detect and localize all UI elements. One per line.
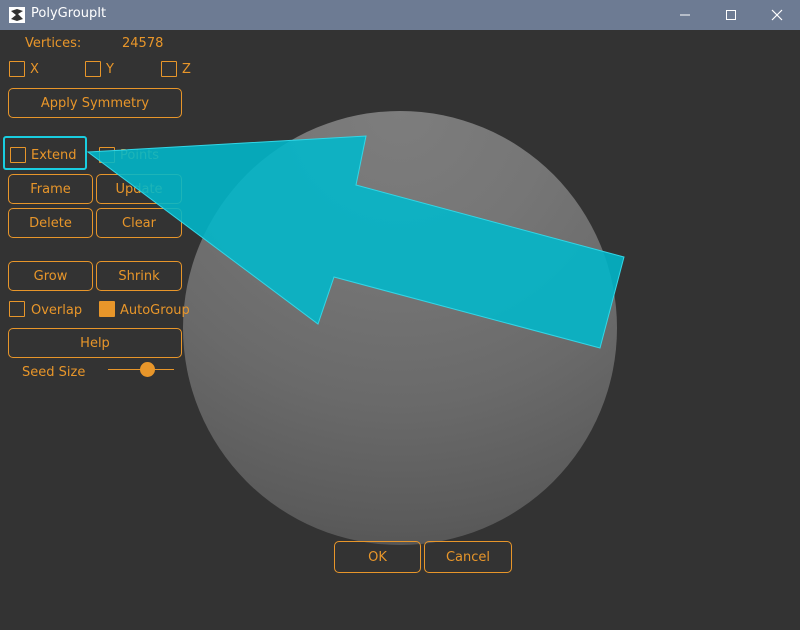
- maximize-button[interactable]: [708, 0, 754, 30]
- z-label: Z: [182, 62, 191, 77]
- extend-label: Extend: [31, 148, 77, 163]
- title-bar: PolyGroupIt: [0, 0, 800, 30]
- seed-size-slider-handle[interactable]: [140, 362, 156, 377]
- main-panel: Vertices: 24578 X Y Z Apply Symmetry Ext…: [0, 30, 800, 630]
- autogroup-checkbox[interactable]: [99, 301, 115, 317]
- grow-button[interactable]: Grow: [8, 261, 93, 291]
- points-checkbox[interactable]: [99, 147, 115, 163]
- ok-button[interactable]: OK: [334, 541, 421, 573]
- app-logo-icon: [9, 7, 25, 23]
- y-checkbox[interactable]: [85, 61, 101, 77]
- points-label: Points: [120, 148, 160, 163]
- x-label: X: [30, 62, 39, 77]
- sphere-preview[interactable]: [183, 111, 617, 545]
- overlap-checkbox[interactable]: [9, 301, 25, 317]
- clear-button[interactable]: Clear: [96, 208, 182, 238]
- seed-size-label: Seed Size: [22, 365, 86, 380]
- minimize-button[interactable]: [662, 0, 708, 30]
- vertices-count: 24578: [122, 36, 164, 51]
- x-checkbox[interactable]: [9, 61, 25, 77]
- help-button[interactable]: Help: [8, 328, 182, 358]
- window-title: PolyGroupIt: [31, 6, 107, 21]
- update-button[interactable]: Update: [96, 174, 182, 204]
- autogroup-label: AutoGroup: [120, 303, 190, 318]
- apply-symmetry-button[interactable]: Apply Symmetry: [8, 88, 182, 118]
- y-label: Y: [106, 62, 114, 77]
- minimize-icon: [680, 14, 690, 16]
- extend-checkbox[interactable]: [10, 147, 26, 163]
- z-checkbox[interactable]: [161, 61, 177, 77]
- cancel-button[interactable]: Cancel: [424, 541, 512, 573]
- vertices-label: Vertices:: [25, 36, 82, 51]
- overlap-label: Overlap: [31, 303, 83, 318]
- shrink-button[interactable]: Shrink: [96, 261, 182, 291]
- close-icon: [771, 9, 783, 21]
- close-button[interactable]: [754, 0, 800, 30]
- frame-button[interactable]: Frame: [8, 174, 93, 204]
- maximize-icon: [726, 10, 736, 20]
- delete-button[interactable]: Delete: [8, 208, 93, 238]
